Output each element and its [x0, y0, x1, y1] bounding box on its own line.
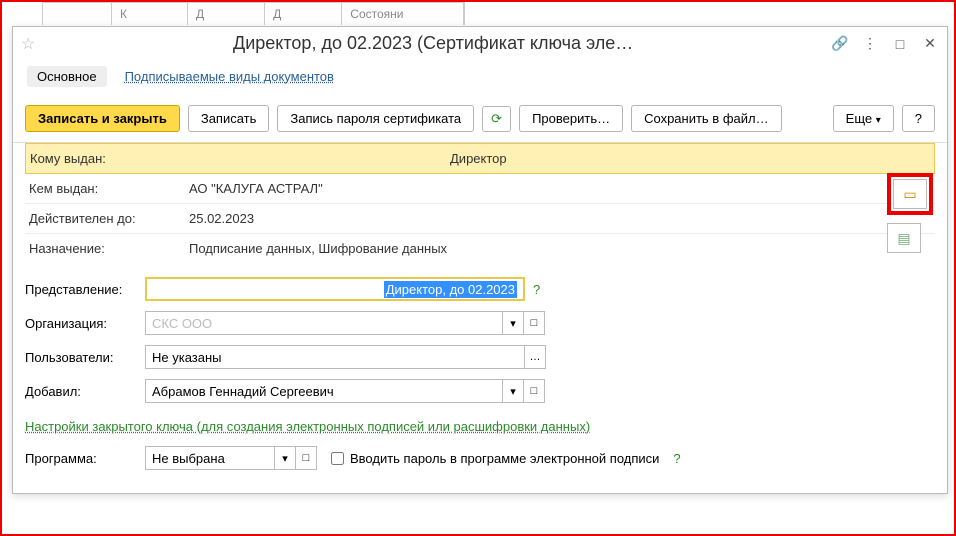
- users-label: Пользователи:: [25, 350, 145, 365]
- highlighted-action: ▭: [887, 173, 933, 215]
- program-dropdown-icon[interactable]: ▾: [274, 446, 296, 470]
- valid-until-label: Действителен до:: [29, 211, 189, 226]
- users-select-icon[interactable]: …: [524, 345, 546, 369]
- added-by-open-icon[interactable]: □: [523, 379, 545, 403]
- password-help-icon[interactable]: ?: [673, 451, 680, 466]
- valid-until-value: 25.02.2023: [189, 211, 254, 226]
- bg-tab[interactable]: К: [112, 3, 188, 25]
- organization-row: Организация: ▾ □: [25, 311, 935, 335]
- purpose-row: Назначение: Подписание данных, Шифровани…: [25, 234, 935, 263]
- document-icon-button[interactable]: ▤: [887, 223, 921, 253]
- issued-to-row: Кому выдан: Директор: [25, 143, 935, 174]
- representation-help-icon[interactable]: ?: [533, 282, 540, 297]
- toolbar: Записать и закрыть Записать Запись парол…: [13, 99, 947, 143]
- valid-until-row: Действителен до: 25.02.2023: [25, 204, 935, 234]
- issued-by-value: АО "КАЛУГА АСТРАЛ": [189, 181, 323, 196]
- save-to-file-button[interactable]: Сохранить в файл…: [631, 105, 782, 132]
- form-area: Представление: Директор, до 02.2023 ? Ор…: [13, 263, 947, 470]
- users-input[interactable]: [145, 345, 525, 369]
- added-by-input[interactable]: [145, 379, 503, 403]
- added-by-row: Добавил: ▾ □: [25, 379, 935, 403]
- maximize-icon[interactable]: □: [891, 35, 909, 53]
- certificate-details: Кому выдан: Директор Кем выдан: АО "КАЛУ…: [13, 143, 947, 263]
- password-checkbox[interactable]: [331, 452, 344, 465]
- issued-to-label: Кому выдан:: [30, 151, 190, 166]
- organization-label: Организация:: [25, 316, 145, 331]
- bg-tab[interactable]: Состояни: [342, 3, 464, 25]
- program-row: Программа: ▾ □ Вводить пароль в программ…: [25, 446, 935, 470]
- bg-tab[interactable]: Д: [265, 3, 342, 25]
- representation-input[interactable]: Директор, до 02.2023: [145, 277, 525, 301]
- nav-docs[interactable]: Подписываемые виды документов: [123, 66, 336, 87]
- users-row: Пользователи: …: [25, 345, 935, 369]
- password-checkbox-label: Вводить пароль в программе электронной п…: [350, 451, 659, 466]
- key-settings-link[interactable]: Настройки закрытого ключа (для создания …: [25, 419, 590, 434]
- help-button[interactable]: ?: [902, 105, 935, 132]
- title-bar: ☆ Директор, до 02.2023 (Сертификат ключа…: [13, 27, 947, 60]
- program-label: Программа:: [25, 451, 145, 466]
- added-by-dropdown-icon[interactable]: ▾: [502, 379, 524, 403]
- certificate-icon: ▭: [903, 186, 916, 203]
- save-close-button[interactable]: Записать и закрыть: [25, 105, 180, 132]
- purpose-label: Назначение:: [29, 241, 189, 256]
- link-icon[interactable]: 🔗: [831, 35, 849, 53]
- representation-row: Представление: Директор, до 02.2023 ?: [25, 277, 935, 301]
- refresh-icon-button[interactable]: ⟳: [482, 106, 511, 132]
- issued-by-label: Кем выдан:: [29, 181, 189, 196]
- save-password-button[interactable]: Запись пароля сертификата: [277, 105, 474, 132]
- issued-to-value: Директор: [190, 151, 507, 166]
- document-icon: ▤: [897, 230, 910, 247]
- representation-label: Представление:: [25, 282, 145, 297]
- organization-dropdown-icon[interactable]: ▾: [502, 311, 524, 335]
- background-tabs: К Д Д Состояни: [42, 2, 465, 25]
- save-button[interactable]: Записать: [188, 105, 270, 132]
- bg-tab[interactable]: [43, 3, 112, 25]
- more-button[interactable]: Еще ▾: [833, 105, 894, 132]
- program-input[interactable]: [145, 446, 275, 470]
- certificate-window: ☆ Директор, до 02.2023 (Сертификат ключа…: [12, 26, 948, 494]
- organization-input[interactable]: [145, 311, 503, 335]
- issued-by-row: Кем выдан: АО "КАЛУГА АСТРАЛ": [25, 174, 935, 204]
- certificate-icon-button[interactable]: ▭: [893, 179, 927, 209]
- program-open-icon[interactable]: □: [295, 446, 317, 470]
- nav-main[interactable]: Основное: [27, 66, 107, 87]
- check-button[interactable]: Проверить…: [519, 105, 623, 132]
- close-icon[interactable]: ✕: [921, 35, 939, 53]
- nav-row: Основное Подписываемые виды документов: [13, 60, 947, 99]
- bg-tab[interactable]: Д: [188, 3, 265, 25]
- purpose-value: Подписание данных, Шифрование данных: [189, 241, 447, 256]
- more-menu-icon[interactable]: ⋮: [861, 35, 879, 53]
- organization-open-icon[interactable]: □: [523, 311, 545, 335]
- window-title: Директор, до 02.2023 (Сертификат ключа э…: [43, 33, 823, 54]
- side-panel: ▭ ▤: [887, 173, 933, 253]
- added-by-label: Добавил:: [25, 384, 145, 399]
- favorite-star-icon[interactable]: ☆: [21, 34, 35, 54]
